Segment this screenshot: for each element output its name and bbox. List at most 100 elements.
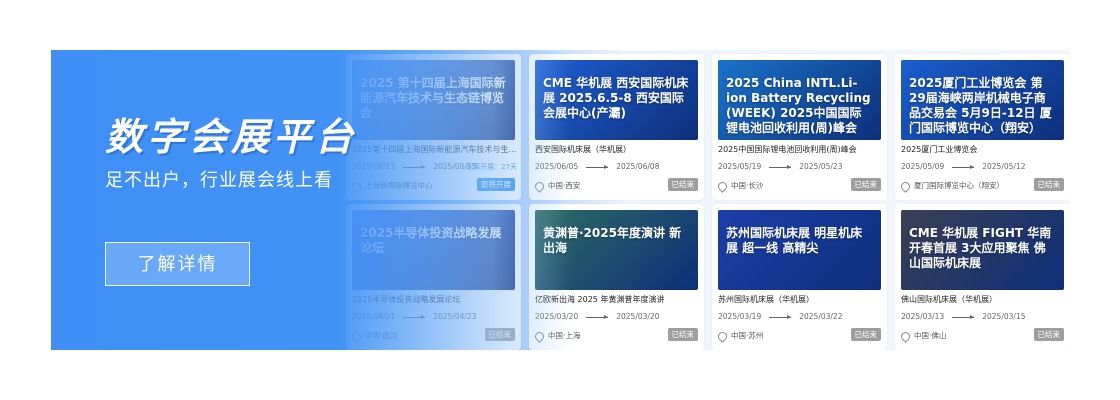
card-title[interactable]: 2025厦门工业博览会 — [901, 144, 1066, 155]
card-location: 上海新国际博览中心 — [350, 179, 433, 193]
card-thumbnail[interactable]: CME 华机展 FIGHT 华南 开春首展 3大应用聚焦 佛山国际机床展 — [901, 210, 1064, 290]
card-thumbnail[interactable]: 2025半导体投资战略发展论坛 — [352, 210, 515, 290]
card-thumbnail-text: 2025 第十四届上海国际新能源汽车技术与生态链博览会 — [360, 76, 506, 120]
card-title[interactable]: 佛山国际机床展（华机展） — [901, 294, 1066, 305]
card-dates: 2025/06/05 2025/06/08 — [535, 162, 659, 171]
card-location: 中国·西安 — [533, 179, 581, 193]
status-badge: 已结束 — [850, 328, 881, 341]
location-pin-icon — [899, 179, 912, 193]
card-thumbnail[interactable]: CME 华机展 西安国际机床展 2025.6.5-8 西安国际会展中心(产灞) — [535, 60, 698, 140]
card-dates: 2025/03/19 2025/03/22 — [718, 312, 842, 321]
card-thumbnail-text: 黄渊普·2025年度演讲 新出海 — [543, 226, 682, 255]
arrow-right-icon — [586, 314, 609, 319]
card-location-text: 中国·佛山 — [914, 331, 947, 340]
card-thumbnail-text: 苏州国际机床展 明星机床展 超一线 高精尖 — [726, 226, 863, 255]
card-start-date: 2025/03/20 — [535, 312, 579, 321]
arrow-right-icon — [403, 314, 426, 319]
card-title[interactable]: 2025第十四届上海国际新能源汽车技术与生态链博览会 — [352, 144, 517, 155]
exhibition-card[interactable]: 黄渊普·2025年度演讲 新出海亿欧新出海 2025 年黄渊普年度演讲 2025/… — [529, 204, 704, 350]
card-dates: 2025/04/21 2025/04/23 — [352, 312, 476, 321]
exhibition-card[interactable]: CME 华机展 FIGHT 华南 开春首展 3大应用聚焦 佛山国际机床展佛山国际… — [895, 204, 1069, 350]
card-location: 中国·长沙 — [716, 179, 764, 193]
card-title[interactable]: 西安国际机床展（华机展） — [535, 144, 700, 155]
location-pin-icon — [350, 329, 363, 343]
card-title[interactable]: 亿欧新出海 2025 年黄渊普年度演讲 — [535, 294, 700, 305]
location-pin-icon — [350, 179, 363, 193]
exhibition-card[interactable]: 苏州国际机床展 明星机床展 超一线 高精尖苏州国际机床展（华机展） 2025/03… — [712, 204, 887, 350]
exhibition-grid: 2025 第十四届上海国际新能源汽车技术与生态链博览会 2025第十四届上海国际新… — [346, 50, 1069, 350]
exhibition-card[interactable]: CME 华机展 西安国际机床展 2025.6.5-8 西安国际会展中心(产灞) 西… — [529, 54, 704, 200]
card-location-text: 上海新国际博览中心 — [365, 181, 433, 190]
arrow-right-icon — [952, 314, 975, 319]
location-pin-icon — [533, 329, 546, 343]
card-dates: 2025/03/13 2025/03/15 — [901, 312, 1025, 321]
location-pin-icon — [533, 179, 546, 193]
exhibition-card[interactable]: 2025半导体投资战略发展论坛 2025半导体投资战略发展论坛 2025/04/21… — [346, 204, 521, 350]
card-location-text: 厦门国际博览中心（翔安） — [914, 181, 1004, 190]
arrow-right-icon — [952, 164, 975, 169]
card-location-text: 中国·长沙 — [731, 181, 764, 190]
card-dates: 2025/05/09 2025/05/12 — [901, 162, 1025, 171]
exhibition-banner: 2025 第十四届上海国际新能源汽车技术与生态链博览会 2025第十四届上海国际新… — [51, 50, 1069, 350]
status-badge: 已结束 — [667, 328, 698, 341]
arrow-right-icon — [769, 164, 792, 169]
card-end-date: 2025/03/22 — [799, 312, 843, 321]
card-title[interactable]: 苏州国际机床展（华机展） — [718, 294, 883, 305]
exhibition-card[interactable]: 2025 第十四届上海国际新能源汽车技术与生态链博览会 2025第十四届上海国际新… — [346, 54, 521, 200]
card-thumbnail[interactable]: 苏州国际机床展 明星机床展 超一线 高精尖 — [718, 210, 881, 290]
card-location: 中国·武汉 — [350, 329, 398, 343]
card-location: 中国·苏州 — [716, 329, 764, 343]
card-thumbnail-text: CME 华机展 FIGHT 华南 开春首展 3大应用聚焦 佛山国际机床展 — [909, 226, 1052, 270]
location-pin-icon — [899, 329, 912, 343]
card-location-text: 中国·苏州 — [731, 331, 764, 340]
card-start-date: 2025/06/05 — [535, 162, 579, 171]
card-thumbnail[interactable]: 黄渊普·2025年度演讲 新出海 — [535, 210, 698, 290]
status-badge: 即将开展 — [477, 178, 515, 191]
card-thumbnail-text: CME 华机展 西安国际机床展 2025.6.5-8 西安国际会展中心(产灞) — [543, 76, 689, 120]
card-end-date: 2025/06/08 — [616, 162, 660, 171]
card-end-date: 2025/05/12 — [982, 162, 1026, 171]
card-title[interactable]: 2025半导体投资战略发展论坛 — [352, 294, 517, 305]
status-badge: 已结束 — [667, 178, 698, 191]
card-start-date: 2025/05/19 — [718, 162, 762, 171]
exhibition-card[interactable]: 2025厦门工业博览会 第29届海峡两岸机械电子商品交易会 5月9日-12日 厦… — [895, 54, 1069, 200]
status-badge: 已结束 — [484, 328, 515, 341]
card-end-date: 2025/03/15 — [982, 312, 1026, 321]
card-dates: 2025/05/19 2025/05/23 — [718, 162, 842, 171]
card-location: 中国·上海 — [533, 329, 581, 343]
card-start-date: 2025/03/19 — [718, 312, 762, 321]
card-location-text: 中国·武汉 — [365, 331, 398, 340]
learn-more-button[interactable]: 了解详情 — [105, 242, 250, 286]
status-badge: 已结束 — [1033, 328, 1064, 341]
card-dates: 2025/03/20 2025/03/20 — [535, 312, 659, 321]
card-location-text: 中国·西安 — [548, 181, 581, 190]
card-start-date: 2025/03/13 — [901, 312, 945, 321]
card-title[interactable]: 2025中国国际锂电池回收利用(周)峰会 — [718, 144, 883, 155]
status-badge: 已结束 — [1033, 178, 1064, 191]
card-thumbnail[interactable]: 2025 China INTL.Li-ion Battery Recycling… — [718, 60, 881, 140]
hero-subtitle: 足不出户，行业展会线上看 — [105, 170, 333, 191]
card-thumbnail-text: 2025半导体投资战略发展论坛 — [360, 226, 502, 255]
card-end-date: 2025/04/23 — [433, 312, 477, 321]
card-start-date: 2025/08/13 — [352, 162, 396, 171]
card-start-date: 2025/05/09 — [901, 162, 945, 171]
arrow-right-icon — [586, 164, 609, 169]
card-location: 厦门国际博览中心（翔安） — [899, 179, 1004, 193]
card-thumbnail-text: 2025 China INTL.Li-ion Battery Recycling… — [726, 76, 871, 135]
card-end-date: 2025/05/23 — [799, 162, 843, 171]
card-location-text: 中国·上海 — [548, 331, 581, 340]
card-start-date: 2025/04/21 — [352, 312, 396, 321]
location-pin-icon — [716, 329, 729, 343]
card-thumbnail[interactable]: 2025 第十四届上海国际新能源汽车技术与生态链博览会 — [352, 60, 515, 140]
card-thumbnail-text: 2025厦门工业博览会 第29届海峡两岸机械电子商品交易会 5月9日-12日 厦… — [909, 76, 1052, 135]
arrow-right-icon — [769, 314, 792, 319]
card-thumbnail[interactable]: 2025厦门工业博览会 第29届海峡两岸机械电子商品交易会 5月9日-12日 厦… — [901, 60, 1064, 140]
hero-title: 数字会展平台 — [105, 115, 358, 159]
card-dates: 2025/08/13 2025/08/15 — [352, 162, 476, 171]
card-countdown: 距离开展：27天 — [466, 163, 517, 171]
card-location: 中国·佛山 — [899, 329, 947, 343]
location-pin-icon — [716, 179, 729, 193]
arrow-right-icon — [403, 164, 426, 169]
exhibition-card[interactable]: 2025 China INTL.Li-ion Battery Recycling… — [712, 54, 887, 200]
card-end-date: 2025/03/20 — [616, 312, 660, 321]
